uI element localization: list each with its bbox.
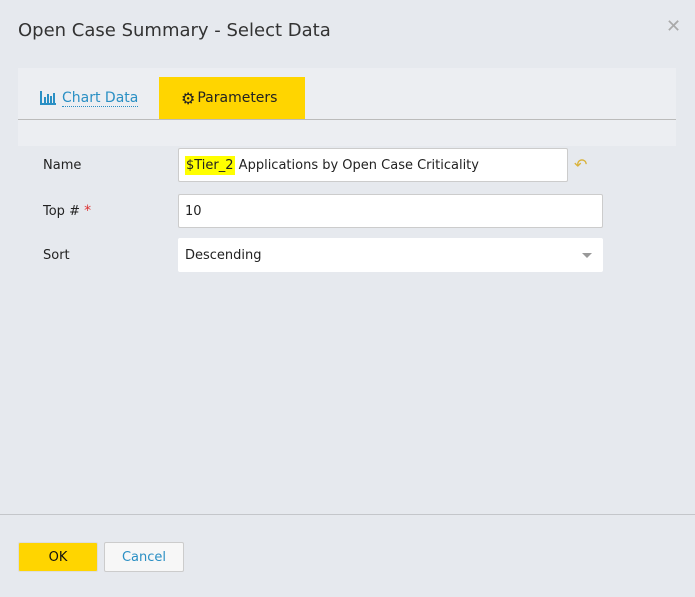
tab-parameters[interactable]: ⚙ Parameters	[159, 77, 305, 119]
tab-label: Parameters	[197, 90, 278, 106]
tab-label: Chart Data	[62, 89, 139, 107]
top-value: 10	[185, 203, 202, 219]
cancel-button[interactable]: Cancel	[104, 542, 184, 572]
top-label-text: Top #	[43, 204, 80, 219]
footer-divider	[0, 514, 695, 515]
sort-label: Sort	[43, 248, 70, 263]
required-marker: *	[84, 203, 92, 219]
chevron-down-icon	[582, 253, 592, 258]
name-value: Applications by Open Case Criticality	[234, 157, 479, 173]
gears-icon: ⚙	[181, 88, 196, 108]
sort-select[interactable]: Descending	[178, 238, 603, 272]
tab-chart-data[interactable]: Chart Data	[18, 77, 160, 119]
undo-icon[interactable]: ↶	[574, 155, 587, 174]
variable-token: $Tier_2	[185, 155, 235, 175]
name-label: Name	[43, 158, 82, 173]
top-input[interactable]: 10	[178, 194, 603, 228]
close-icon[interactable]: ✕	[666, 16, 681, 37]
tab-divider	[18, 119, 676, 120]
top-label: Top # *	[43, 203, 91, 219]
bar-chart-icon	[40, 91, 56, 105]
sort-value: Descending	[185, 247, 262, 263]
ok-button[interactable]: OK	[18, 542, 98, 572]
dialog-title: Open Case Summary - Select Data	[18, 20, 331, 41]
name-input[interactable]: $Tier_2 Applications by Open Case Critic…	[178, 148, 568, 182]
